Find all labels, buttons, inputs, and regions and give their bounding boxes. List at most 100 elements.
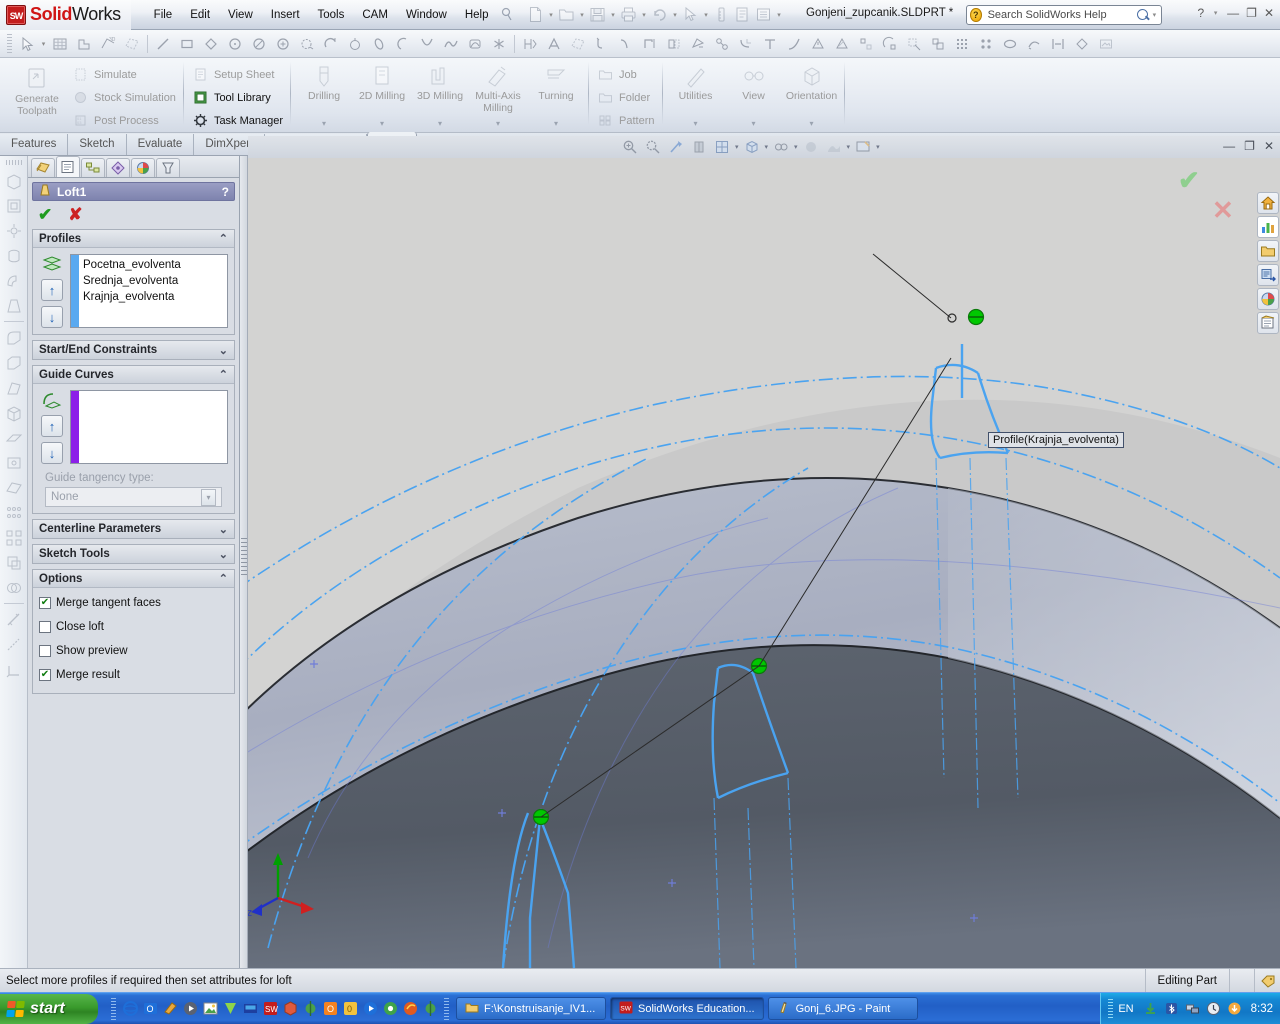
chamfer-icon[interactable] <box>2 350 26 375</box>
post-process-button[interactable]: 01 03 Post Process <box>68 110 180 131</box>
menu-item-file[interactable]: File <box>145 5 182 25</box>
winamp-icon[interactable] <box>241 1000 259 1018</box>
open-document-icon[interactable] <box>557 5 577 25</box>
centerline-parameters-section[interactable]: Centerline Parameters ⌄ <box>32 519 235 539</box>
vtoolbar-grip[interactable] <box>5 160 22 165</box>
options-collapse-chevron-icon[interactable]: ⌃ <box>219 572 228 585</box>
sketch-toolbar[interactable]: ▾ 3D <box>0 30 1280 58</box>
new-document-caret-icon[interactable]: ▾ <box>547 11 556 19</box>
3d-model-viewport[interactable]: Z <box>248 158 1280 968</box>
measure-icon[interactable] <box>712 5 732 25</box>
taskbar-button-paint[interactable]: Gonj_6.JPG - Paint <box>767 997 918 1020</box>
centerpoint-arc-icon[interactable] <box>271 32 295 56</box>
sketch-picture-icon[interactable] <box>974 32 998 56</box>
minimize-button[interactable]: — <box>1227 6 1239 20</box>
profile-callout[interactable]: Profile(Krajnja_evolventa) <box>988 432 1124 448</box>
sketch-tools-section[interactable]: Sketch Tools ⌄ <box>32 544 235 564</box>
image-icon[interactable] <box>1094 32 1118 56</box>
option-close-loft[interactable]: Close loft <box>39 615 228 639</box>
draft-icon[interactable] <box>2 375 26 400</box>
move-face-icon[interactable] <box>2 550 26 575</box>
circle-icon[interactable] <box>223 32 247 56</box>
select-cursor-icon[interactable] <box>681 5 701 25</box>
parallelogram-icon[interactable] <box>199 32 223 56</box>
3d-milling-button[interactable]: 3D Milling ▾ <box>411 60 469 133</box>
view-dropdown-icon[interactable]: ▾ <box>751 118 755 134</box>
windows-taskbar[interactable]: start O SW O 0 F:\Konstruisanje_IV1... S… <box>0 992 1280 1024</box>
doc-close-button[interactable]: ✕ <box>1264 139 1274 153</box>
reference-plane-icon[interactable] <box>2 475 26 500</box>
view-settings-icon[interactable] <box>853 138 873 156</box>
options-header[interactable]: Options ⌃ <box>33 570 234 588</box>
eclipse-icon-1[interactable] <box>301 1000 319 1018</box>
lofted-boss-icon[interactable] <box>2 293 26 318</box>
feature-manager-tab[interactable] <box>31 158 55 177</box>
stock-simulation-button[interactable]: Stock Simulation <box>68 87 180 108</box>
perimeter-circle-icon[interactable] <box>247 32 271 56</box>
close-button[interactable]: ✕ <box>1264 6 1274 20</box>
tray-download-icon[interactable] <box>1143 1001 1159 1017</box>
select-caret-icon[interactable]: ▾ <box>702 11 711 19</box>
document-window-controls[interactable]: — ❐ ✕ <box>1223 139 1274 153</box>
search-magnifier-icon[interactable] <box>1136 8 1148 22</box>
chevron-down-icon[interactable]: ▾ <box>201 488 216 506</box>
split-line-icon[interactable] <box>2 632 26 657</box>
system-tray[interactable]: EN 8:32 <box>1100 992 1280 1024</box>
turning-dropdown-icon[interactable]: ▾ <box>554 118 558 134</box>
taskbar-grip[interactable] <box>444 997 449 1020</box>
undo-caret-icon[interactable]: ▾ <box>671 11 680 19</box>
guide-curves-list[interactable] <box>79 391 227 463</box>
section-properties-icon[interactable] <box>754 5 774 25</box>
partial-ellipse-icon[interactable] <box>391 32 415 56</box>
3d-sketch-icon[interactable]: 3D <box>96 32 120 56</box>
window-controls[interactable]: ? ▾ — ❐ ✕ <box>1197 6 1274 20</box>
repair-sketch-icon[interactable] <box>1022 32 1046 56</box>
media-player-icon[interactable] <box>181 1000 199 1018</box>
generate-toolpath-button[interactable]: Generate Toolpath <box>6 60 68 133</box>
eclipse-icon-2[interactable] <box>421 1000 439 1018</box>
quick-launch-bar[interactable]: O SW O 0 <box>104 997 456 1020</box>
3d-milling-dropdown-icon[interactable]: ▾ <box>438 118 442 134</box>
guide-curves-move-up-button[interactable]: ↑ <box>41 415 63 437</box>
graphics-area[interactable]: + Gonjeni_zupcanik (Default<... <box>248 158 1280 968</box>
2d-milling-dropdown-icon[interactable]: ▾ <box>380 118 384 134</box>
tray-grip[interactable] <box>1108 998 1114 1019</box>
multi-axis-milling-button[interactable]: Multi-Axis Milling ▾ <box>469 60 527 133</box>
smart-dimension-icon[interactable] <box>518 32 542 56</box>
view-orientation-icon[interactable] <box>712 138 732 156</box>
grid-pattern-icon[interactable] <box>950 32 974 56</box>
centerline-parameters-chevron-icon[interactable]: ⌄ <box>219 523 228 536</box>
utilities-dropdown-icon[interactable]: ▾ <box>693 118 697 134</box>
search-caret-icon[interactable]: ▾ <box>1151 11 1158 19</box>
tangent-arc-icon[interactable] <box>295 32 319 56</box>
rectangle-icon[interactable] <box>175 32 199 56</box>
menu-item-cam[interactable]: CAM <box>353 5 397 25</box>
check-sketch-icon[interactable] <box>830 32 854 56</box>
chrome-icon[interactable] <box>381 1000 399 1018</box>
apply-scene-icon[interactable] <box>824 138 844 156</box>
profiles-list[interactable]: Pocetna_evolventa Srednja_evolventa Kraj… <box>79 255 227 327</box>
hide-show-caret-icon[interactable]: ▾ <box>794 143 798 151</box>
property-manager-help-icon[interactable]: ? <box>222 185 229 199</box>
firefox-icon[interactable] <box>401 1000 419 1018</box>
pm-cancel-button[interactable]: ✘ <box>68 205 82 225</box>
list-item[interactable]: Krajnja_evolventa <box>83 289 223 305</box>
tool-library-button[interactable]: Tool Library <box>188 87 287 108</box>
print-caret-icon[interactable]: ▾ <box>640 11 649 19</box>
menu-item-insert[interactable]: Insert <box>262 5 309 25</box>
list-item[interactable]: Pocetna_evolventa <box>83 257 223 273</box>
tab-evaluate[interactable]: Evaluate <box>126 134 195 155</box>
orientation-button[interactable]: Orientation ▾ <box>783 60 841 133</box>
cam-ribbon[interactable]: Generate Toolpath Simulate Stock Simulati… <box>0 58 1280 133</box>
custom-properties-icon[interactable] <box>1257 312 1279 334</box>
extend-entities-icon[interactable] <box>614 32 638 56</box>
setup-sheet-button[interactable]: Setup Sheet <box>188 64 287 85</box>
merge-tangent-faces-checkbox[interactable] <box>39 597 51 609</box>
display-style-caret-icon[interactable]: ▾ <box>765 143 769 151</box>
profiles-move-up-button[interactable]: ↑ <box>41 279 63 301</box>
pm-ok-button[interactable]: ✔ <box>38 205 52 225</box>
profiles-header[interactable]: Profiles ⌃ <box>33 230 234 248</box>
utilities-button[interactable]: Utilities ▾ <box>667 60 725 133</box>
wrap-icon[interactable] <box>2 450 26 475</box>
start-button[interactable]: start <box>0 993 98 1024</box>
